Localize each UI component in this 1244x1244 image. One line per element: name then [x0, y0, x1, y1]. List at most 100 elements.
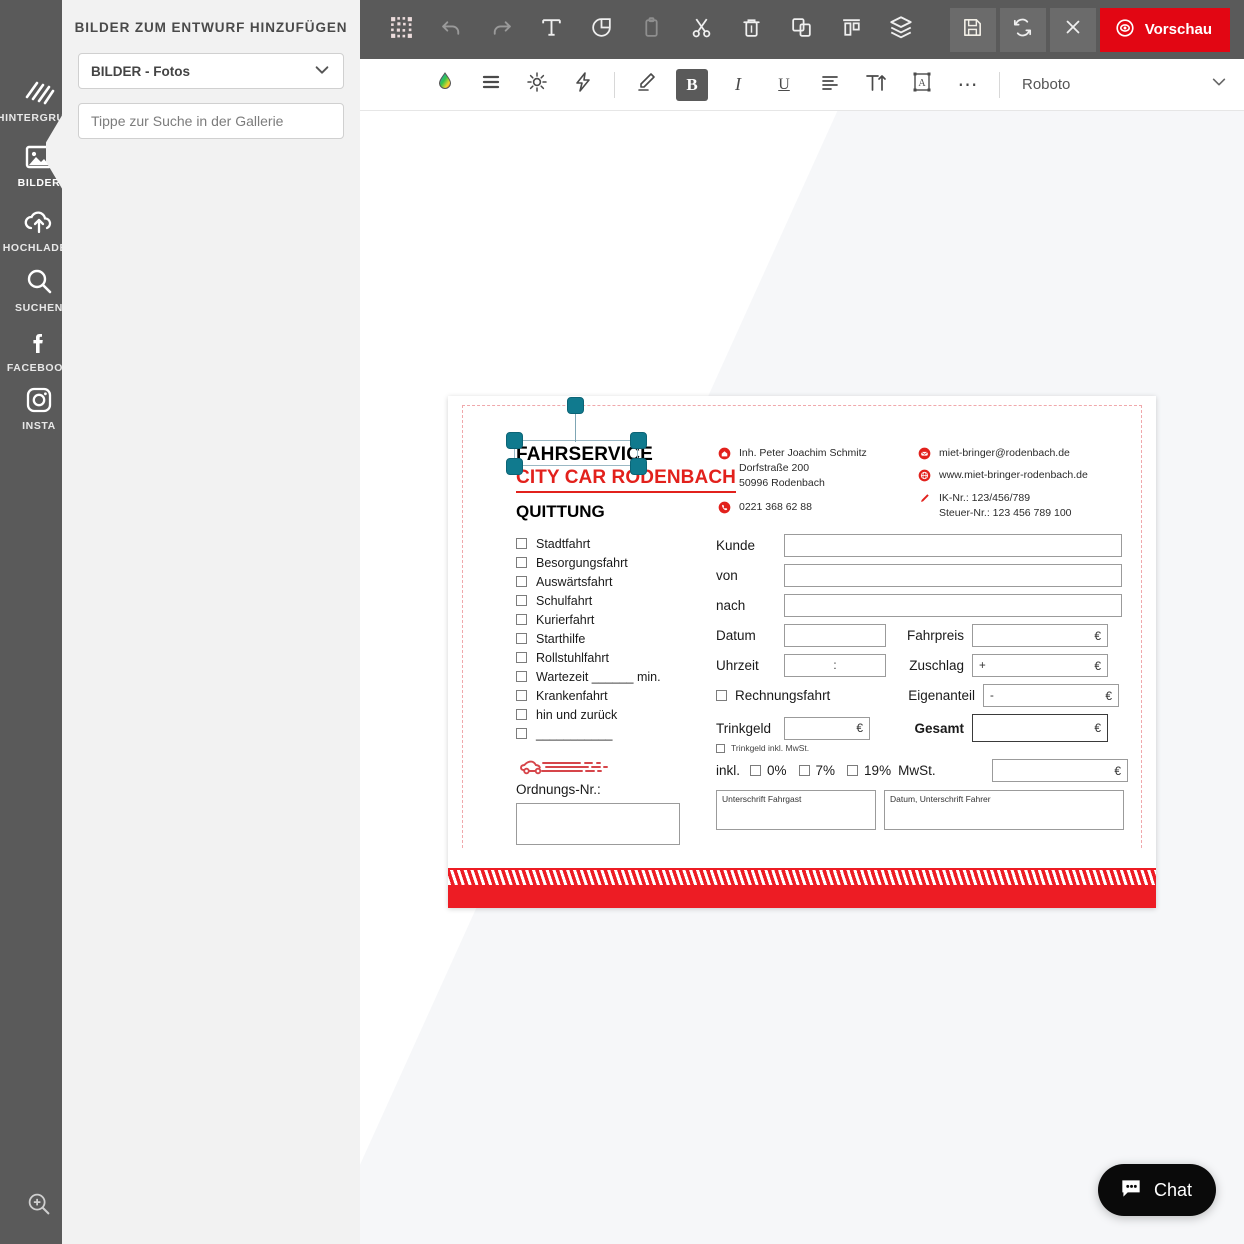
category-select[interactable]: BILDER - Fotos	[78, 53, 344, 89]
trip-type-label: Stadtfahrt	[536, 536, 591, 551]
trip-type-row[interactable]: Krankenfahrt	[516, 686, 661, 705]
trip-type-checkbox-list[interactable]: Stadtfahrt Besorgungsfahrt Auswärtsfahrt Sc…	[516, 534, 661, 743]
color-button[interactable]	[422, 65, 468, 105]
selection-rotate-handle[interactable]	[567, 397, 584, 414]
chevron-down-icon	[1210, 73, 1228, 96]
add-text-button[interactable]	[526, 5, 576, 55]
pen-button[interactable]	[623, 65, 669, 105]
text-frame-button[interactable]: A	[899, 65, 945, 105]
delete-button[interactable]	[726, 5, 776, 55]
search-input[interactable]	[91, 113, 331, 129]
brightness-button[interactable]	[514, 65, 560, 105]
checkbox-mwst-0[interactable]	[750, 765, 762, 776]
input-mwst[interactable]: €	[992, 759, 1128, 782]
effects-button[interactable]	[560, 65, 606, 105]
checkbox-1[interactable]	[516, 538, 527, 549]
trip-type-row[interactable]: ___________	[516, 724, 661, 743]
trip-type-row[interactable]: Auswärtsfahrt	[516, 572, 661, 591]
italic-button[interactable]: I	[715, 65, 761, 105]
checkbox-10[interactable]	[516, 709, 527, 720]
trip-type-row[interactable]: Besorgungsfahrt	[516, 553, 661, 572]
trip-type-row[interactable]: Schulfahrt	[516, 591, 661, 610]
design-document[interactable]: FAHRSERVICE CITY CAR RODENBACH QUITTUNG	[448, 396, 1156, 908]
trip-type-row[interactable]: Rollstuhlfahrt	[516, 648, 661, 667]
undo-button[interactable]	[426, 5, 476, 55]
line-spacing-button[interactable]	[468, 65, 514, 105]
input-uhrzeit[interactable]: :	[784, 654, 886, 677]
trip-type-row[interactable]: hin und zurück	[516, 705, 661, 724]
order-number-box[interactable]	[516, 803, 680, 845]
align-left-button[interactable]	[807, 65, 853, 105]
trip-type-label: hin und zurück	[536, 707, 618, 722]
contact-right: miet-bringer@rodenbach.de www.miet-bring…	[918, 446, 1088, 521]
cut-button[interactable]	[676, 5, 726, 55]
input-von[interactable]	[784, 564, 1122, 587]
checkbox-7[interactable]	[516, 652, 527, 663]
selection-handle-tr[interactable]	[630, 432, 647, 449]
chat-widget-button[interactable]: Chat	[1097, 1164, 1216, 1216]
duplicate-icon	[789, 15, 814, 45]
form-row-trinkgeld-mwst: Trinkgeld inkl. MwSt.	[716, 743, 1128, 753]
redo-button[interactable]	[476, 5, 526, 55]
input-datum[interactable]	[784, 624, 886, 647]
selection-handle-bl[interactable]	[506, 458, 523, 475]
layers-button[interactable]	[876, 5, 926, 55]
input-nach[interactable]	[784, 594, 1122, 617]
signature-driver-box[interactable]: Datum, Unterschrift Fahrer	[884, 790, 1124, 830]
trip-type-row[interactable]: Wartezeit ______ min.	[516, 667, 661, 686]
checkbox-4[interactable]	[516, 595, 527, 606]
refresh-button[interactable]	[999, 7, 1046, 52]
label-zuschlag: Zuschlag	[909, 658, 964, 673]
checkbox-11[interactable]	[516, 728, 527, 739]
currency-symbol: €	[1094, 628, 1101, 643]
save-button[interactable]	[949, 7, 996, 52]
text-size-button[interactable]	[853, 65, 899, 105]
underline-button[interactable]: U	[761, 65, 807, 105]
selection-handle-br[interactable]	[630, 458, 647, 475]
more-options-button[interactable]: ⋯	[945, 65, 991, 105]
signature-guest-box[interactable]: Unterschrift Fahrgast	[716, 790, 876, 830]
receipt-form: Kunde von nach Datum Fahrpreis € Uhrzeit…	[716, 534, 1128, 837]
trip-type-row[interactable]: Stadtfahrt	[516, 534, 661, 553]
selection-outline	[514, 440, 638, 466]
checkbox-3[interactable]	[516, 576, 527, 587]
font-dropdown-button[interactable]	[1196, 65, 1242, 105]
trip-type-row[interactable]: Kurierfahrt	[516, 610, 661, 629]
gallery-search[interactable]	[78, 103, 344, 139]
checkbox-rechnungsfahrt[interactable]	[716, 690, 727, 701]
qr-code-button[interactable]	[376, 5, 426, 55]
close-icon	[1062, 16, 1084, 43]
input-fahrpreis[interactable]: €	[972, 624, 1108, 647]
checkbox-6[interactable]	[516, 633, 527, 644]
input-zuschlag[interactable]: + €	[972, 654, 1108, 677]
bold-button[interactable]: B	[676, 68, 708, 101]
paste-button[interactable]	[626, 5, 676, 55]
canvas-area[interactable]: FAHRSERVICE CITY CAR RODENBACH QUITTUNG	[360, 111, 1244, 1244]
checkbox-2[interactable]	[516, 557, 527, 568]
document-footer-banner	[448, 868, 1156, 908]
currency-symbol: €	[1094, 721, 1101, 735]
checkbox-mwst-19[interactable]	[847, 765, 859, 776]
checkbox-mwst-7[interactable]	[798, 765, 810, 776]
selection-handle-tl[interactable]	[506, 432, 523, 449]
trip-type-label: Besorgungsfahrt	[536, 555, 628, 570]
category-select-value: BILDER - Fotos	[91, 63, 190, 79]
preview-button[interactable]: Vorschau	[1099, 7, 1230, 52]
checkbox-5[interactable]	[516, 614, 527, 625]
font-family-value[interactable]: Roboto	[1008, 76, 1128, 93]
align-button[interactable]	[826, 5, 876, 55]
pencil-icon	[918, 492, 932, 510]
input-kunde[interactable]	[784, 534, 1122, 557]
checkbox-8[interactable]	[516, 671, 527, 682]
checkbox-trinkgeld-mwst[interactable]	[716, 743, 725, 753]
checkbox-9[interactable]	[516, 690, 527, 701]
add-shape-button[interactable]	[576, 5, 626, 55]
close-button[interactable]	[1049, 7, 1096, 52]
duplicate-button[interactable]	[776, 5, 826, 55]
input-trinkgeld[interactable]: €	[784, 716, 870, 740]
contact-phone: 0221 368 62 88	[739, 500, 812, 513]
input-eigenanteil[interactable]: - €	[983, 684, 1119, 707]
trip-type-row[interactable]: Starthilfe	[516, 629, 661, 648]
input-gesamt[interactable]: €	[972, 714, 1108, 742]
undo-icon	[439, 15, 464, 45]
